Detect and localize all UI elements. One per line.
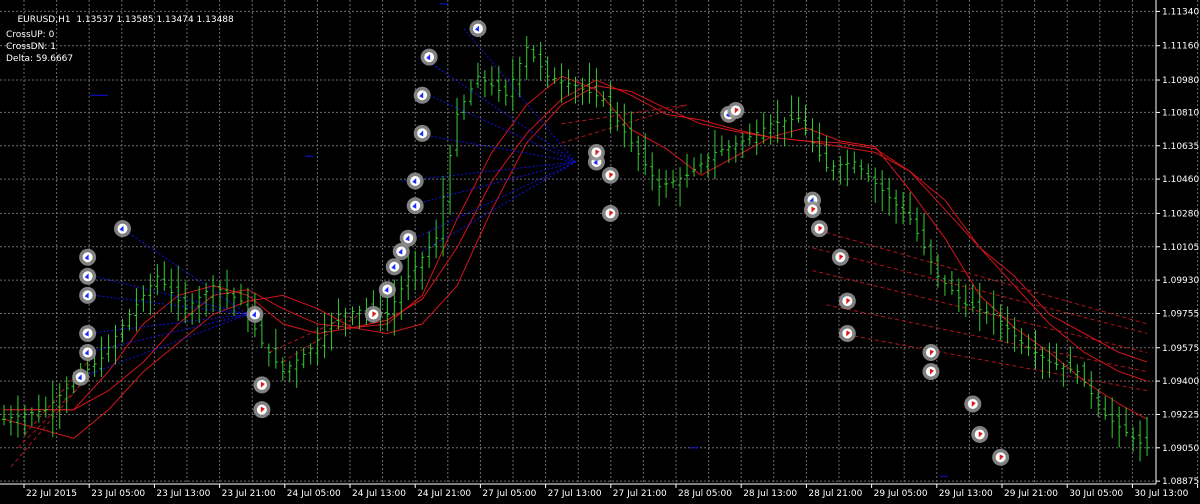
y-tick-label: 1.09755: [1162, 309, 1199, 319]
y-tick-label: 1.10105: [1162, 243, 1199, 253]
x-tick-label: 22 Jul 2015: [26, 489, 77, 499]
y-tick-label: 1.10635: [1162, 142, 1199, 152]
delta-label: Delta: 59.6667: [6, 54, 73, 65]
ohlc-values: 1.13537 1.13585 1.13474 1.13488: [76, 15, 233, 25]
time-axis-labels: 22 Jul 2015 23 Jul 05:00 23 Jul 13:00 23 Ju…: [26, 489, 1200, 499]
x-tick-label: 28 Jul 13:00: [743, 489, 797, 499]
x-tick-label: 23 Jul 13:00: [156, 489, 210, 499]
y-tick-label: 1.11340: [1162, 7, 1199, 17]
symbol-timeframe: EURUSD,H1: [17, 15, 70, 25]
x-tick-label: 23 Jul 05:00: [91, 489, 145, 499]
x-tick-label: 29 Jul 13:00: [939, 489, 993, 499]
cross-dn-label: CrossDN: 1: [6, 42, 56, 53]
x-tick-label: 24 Jul 21:00: [417, 489, 471, 499]
y-tick-label: 1.10810: [1162, 108, 1199, 118]
chart-background: [0, 0, 1200, 500]
x-tick-label: 29 Jul 05:00: [874, 489, 928, 499]
y-tick-label: 1.10460: [1162, 175, 1199, 185]
x-tick-label: 28 Jul 05:00: [678, 489, 732, 499]
y-tick-label: 1.10280: [1162, 209, 1199, 219]
x-tick-label: 28 Jul 21:00: [808, 489, 862, 499]
price-axis-labels: 1.11340 1.11160 1.10980 1.10810 1.10635 1.104…: [1162, 7, 1199, 487]
chart-window[interactable]: 1.11340 1.11160 1.10980 1.10810 1.10635 1.104…: [0, 0, 1200, 500]
y-tick-label: 1.09400: [1162, 377, 1199, 387]
y-tick-label: 1.10980: [1162, 76, 1199, 86]
x-tick-label: 24 Jul 13:00: [352, 489, 406, 499]
cross-up-label: CrossUP: 0: [6, 30, 54, 41]
y-tick-label: 1.11160: [1162, 42, 1199, 52]
y-tick-label: 1.09930: [1162, 276, 1199, 286]
x-tick-label: 24 Jul 05:00: [287, 489, 341, 499]
x-tick-label: 27 Jul 05:00: [482, 489, 536, 499]
x-tick-label: 27 Jul 13:00: [548, 489, 602, 499]
x-tick-label: 30 Jul 13:00: [1134, 489, 1188, 499]
y-tick-label: 1.09575: [1162, 344, 1199, 354]
price-chart[interactable]: 1.11340 1.11160 1.10980 1.10810 1.10635 1.104…: [0, 0, 1200, 500]
y-tick-label: 1.08875: [1162, 477, 1199, 487]
x-tick-label: 29 Jul 21:00: [1004, 489, 1058, 499]
x-tick-label: 27 Jul 21:00: [613, 489, 667, 499]
y-tick-label: 1.09225: [1162, 410, 1199, 420]
x-tick-label: 23 Jul 21:00: [222, 489, 276, 499]
y-tick-label: 1.09050: [1162, 444, 1199, 454]
x-tick-label: 30 Jul 05:00: [1069, 489, 1123, 499]
